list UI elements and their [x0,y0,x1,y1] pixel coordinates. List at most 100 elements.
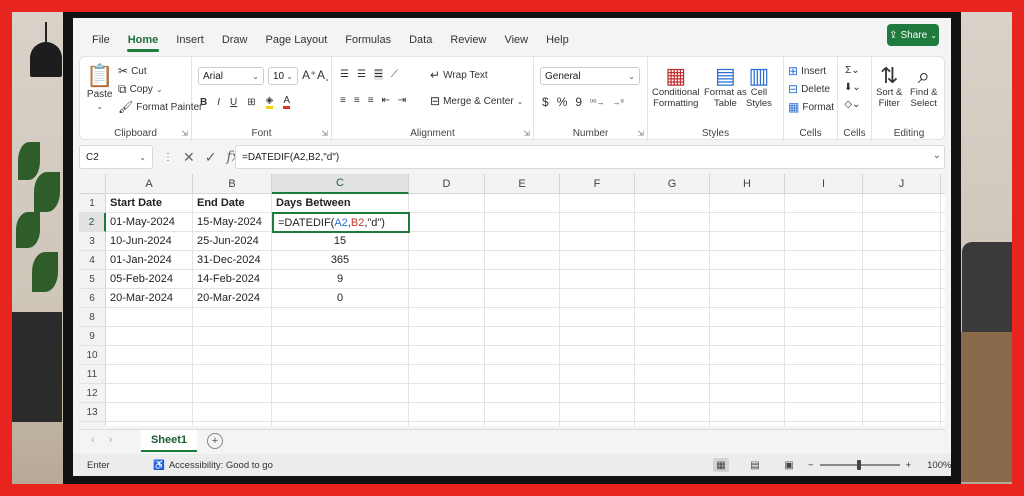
column-header-c[interactable]: C [272,174,409,194]
sheet-tab-sheet1[interactable]: Sheet1 [141,430,197,452]
empty-cell[interactable] [941,194,945,213]
empty-cell[interactable] [409,346,485,365]
empty-cell[interactable] [710,346,785,365]
increase-decimal-icon[interactable]: ⁰⁰→ [590,98,604,107]
zoom-level[interactable]: 100% [927,460,951,471]
page-break-view-icon[interactable]: ▣ [781,458,797,472]
empty-cell[interactable] [272,308,409,327]
empty-cell[interactable] [485,422,560,426]
row-header-4[interactable]: 4 [79,251,106,270]
empty-cell[interactable] [560,251,635,270]
empty-cell[interactable] [863,289,941,308]
empty-cell[interactable] [941,232,945,251]
empty-cell[interactable] [560,232,635,251]
empty-cell[interactable] [409,270,485,289]
empty-cell[interactable] [193,308,272,327]
empty-cell[interactable] [863,232,941,251]
column-header-d[interactable]: D [409,174,485,194]
empty-cell[interactable] [106,422,193,426]
empty-cell[interactable] [409,422,485,426]
empty-cell[interactable] [785,346,863,365]
empty-cell[interactable] [941,365,945,384]
cell-a1[interactable]: Start Date [106,194,193,213]
empty-cell[interactable] [272,422,409,426]
row-header-14[interactable]: 14 [79,422,106,426]
empty-cell[interactable] [941,403,945,422]
add-sheet-icon[interactable]: + [207,433,223,449]
empty-cell[interactable] [560,308,635,327]
empty-cell[interactable] [863,384,941,403]
tab-formulas[interactable]: Formulas [336,34,400,54]
empty-cell[interactable] [635,194,710,213]
empty-cell[interactable] [560,327,635,346]
empty-cell[interactable] [710,365,785,384]
wrap-text-button[interactable]: ↵ Wrap Text [430,69,488,81]
row-header-11[interactable]: 11 [79,365,106,384]
empty-cell[interactable] [409,232,485,251]
empty-cell[interactable] [193,403,272,422]
decrease-indent-icon[interactable]: ⇤ [382,95,390,106]
empty-cell[interactable] [785,308,863,327]
enter-icon[interactable]: ✓ [205,149,217,166]
empty-cell[interactable] [710,289,785,308]
empty-cell[interactable] [409,308,485,327]
empty-cell[interactable] [272,327,409,346]
cell-a2[interactable]: 01-May-2024 [106,213,193,232]
cancel-icon[interactable]: ✕ [183,149,195,166]
formula-input[interactable]: =DATEDIF(A2,B2,"d") [235,145,945,169]
empty-cell[interactable] [863,194,941,213]
empty-cell[interactable] [485,289,560,308]
empty-cell[interactable] [485,213,560,232]
increase-indent-icon[interactable]: ⇥ [398,95,406,106]
column-header-a[interactable]: A [106,174,193,194]
row-header-2[interactable]: 2 [79,213,106,232]
empty-cell[interactable] [485,346,560,365]
empty-cell[interactable] [485,232,560,251]
empty-cell[interactable] [560,289,635,308]
fill-color-icon[interactable]: ◈ [265,95,274,109]
empty-cell[interactable] [635,213,710,232]
empty-cell[interactable] [863,251,941,270]
cell-a3[interactable]: 10-Jun-2024 [106,232,193,251]
tab-view[interactable]: View [495,34,537,54]
tab-data[interactable]: Data [400,34,441,54]
empty-cell[interactable] [863,403,941,422]
empty-cell[interactable] [106,327,193,346]
bold-icon[interactable]: B [200,97,207,108]
percent-icon[interactable]: % [557,95,568,109]
empty-cell[interactable] [485,194,560,213]
zoom-out-icon[interactable]: − [808,460,814,471]
empty-cell[interactable] [941,289,945,308]
empty-cell[interactable] [485,327,560,346]
column-header-h[interactable]: H [710,174,785,194]
align-right-icon[interactable]: ≡ [368,95,374,106]
cut-button[interactable]: ✂ Cut [118,65,147,77]
merge-center-button[interactable]: ⊟ Merge & Center ⌄ [430,95,523,107]
tab-help[interactable]: Help [537,34,578,54]
empty-cell[interactable] [785,213,863,232]
empty-cell[interactable] [106,365,193,384]
fill-icon[interactable]: ⬇⌄ [844,82,861,93]
column-header-g[interactable]: G [635,174,710,194]
cell-b3[interactable]: 25-Jun-2024 [193,232,272,251]
empty-cell[interactable] [193,422,272,426]
cell-c6[interactable]: 0 [272,289,409,308]
clear-icon[interactable]: ◇⌄ [844,99,860,110]
format-as-table-button[interactable]: ▤ Format as Table [704,65,747,110]
empty-cell[interactable] [485,308,560,327]
empty-cell[interactable] [106,403,193,422]
column-header-i[interactable]: I [785,174,863,194]
cell-b2[interactable]: 15-May-2024 [193,213,272,232]
empty-cell[interactable] [785,232,863,251]
empty-cell[interactable] [635,270,710,289]
empty-cell[interactable] [193,365,272,384]
dialog-launcher-icon[interactable]: ⇲ [181,129,188,138]
cell-a5[interactable]: 05-Feb-2024 [106,270,193,289]
empty-cell[interactable] [863,327,941,346]
empty-cell[interactable] [941,384,945,403]
empty-cell[interactable] [785,327,863,346]
font-size-dropdown[interactable]: 10 ⌄ [268,67,298,85]
empty-cell[interactable] [941,308,945,327]
align-middle-icon[interactable]: ☰ [357,69,366,80]
empty-cell[interactable] [941,213,945,232]
